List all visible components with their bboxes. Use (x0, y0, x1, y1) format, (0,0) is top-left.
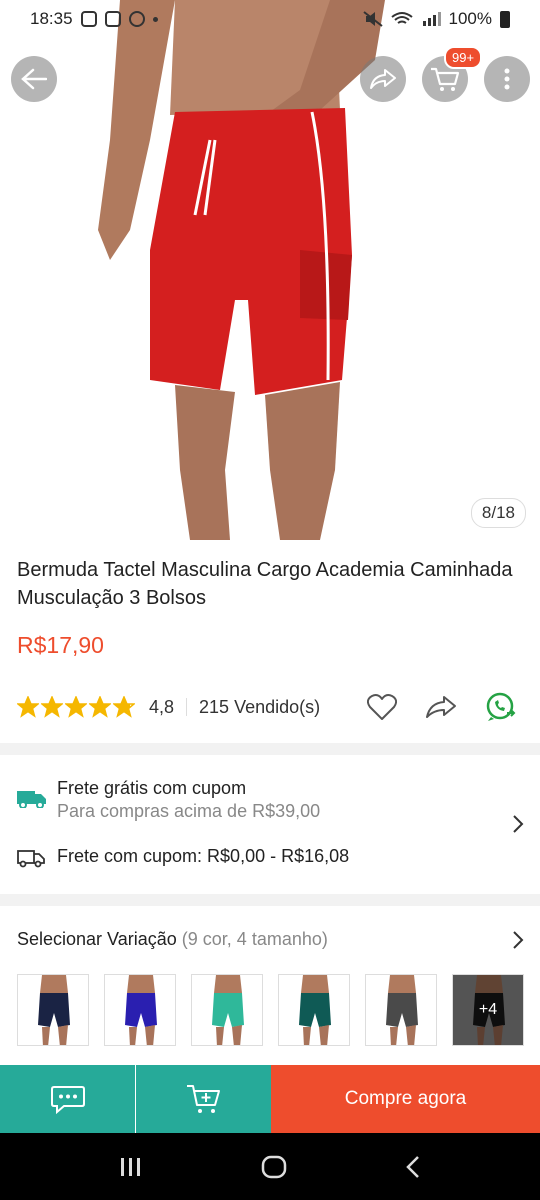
add-to-cart-button[interactable] (136, 1065, 271, 1133)
section-divider (0, 894, 540, 906)
buy-now-button[interactable]: Compre agora (271, 1065, 540, 1133)
chat-button[interactable] (0, 1065, 135, 1133)
free-shipping-subtitle: Para compras acima de R$39,00 (57, 801, 321, 821)
bottom-action-bar: Compre agora (0, 1065, 540, 1133)
variation-selector[interactable]: Selecionar Variação (9 cor, 4 tamanho) (17, 929, 328, 950)
rating-stars (17, 696, 135, 718)
share-icon[interactable] (425, 694, 457, 720)
variation-thumbnail[interactable] (191, 974, 263, 1046)
home-icon[interactable] (261, 1155, 287, 1179)
star-icon (89, 696, 111, 718)
more-variations-label: +4 (453, 975, 523, 1045)
variation-thumbnail-image (18, 975, 88, 1045)
free-shipping-title: Frete grátis com cupom (57, 778, 247, 798)
more-options-button[interactable] (484, 56, 530, 102)
variation-thumbnail-image (192, 975, 262, 1045)
star-icon (65, 696, 87, 718)
shipping-section[interactable]: Frete grátis com cupom Para compras acim… (0, 762, 540, 892)
star-icon (17, 696, 39, 718)
delivery-truck-icon (17, 850, 45, 868)
status-notification-icons (80, 11, 158, 27)
tools-icon (128, 11, 145, 27)
heart-icon[interactable] (367, 693, 397, 721)
variation-thumbnail-image (366, 975, 436, 1045)
cart-icon (431, 67, 460, 91)
status-bar: 18:35 100% (0, 0, 540, 38)
coupon-shipping-range: Frete com cupom: R$0,00 - R$16,08 (57, 846, 350, 866)
chevron-right-icon (513, 815, 524, 833)
whatsapp-share-icon[interactable] (485, 691, 517, 723)
mute-icon (362, 11, 383, 27)
star-icon (113, 696, 135, 718)
variation-detail: (9 cor, 4 tamanho) (181, 929, 328, 949)
variation-thumbnails: +4 (17, 974, 524, 1046)
shipping-truck-icon (17, 791, 46, 808)
more-notifications-icon (152, 16, 158, 22)
variation-label: Selecionar Variação (17, 929, 177, 949)
image-counter: 8/18 (470, 498, 526, 528)
cart-count-badge: 99+ (444, 46, 483, 69)
system-nav-bar (0, 1133, 540, 1200)
variation-thumbnail[interactable]: +4 (452, 974, 524, 1046)
status-time: 18:35 (30, 9, 73, 28)
rating-value: 4,8 (149, 696, 175, 717)
section-divider (0, 743, 540, 755)
battery-percent: 100% (448, 9, 492, 28)
variation-thumbnail[interactable] (104, 974, 176, 1046)
back-nav-icon[interactable] (405, 1155, 421, 1179)
gallery-icon (104, 11, 121, 27)
share-button[interactable] (360, 56, 406, 102)
product-image[interactable]: 18:35 100% 99+ 8/18 (0, 0, 540, 540)
share-arrow-icon (370, 69, 396, 89)
variation-thumbnail[interactable] (278, 974, 350, 1046)
variation-thumbnail[interactable] (17, 974, 89, 1046)
variation-thumbnail-image (105, 975, 175, 1045)
sold-count: 215 Vendido(s) (199, 696, 321, 717)
divider (186, 698, 188, 716)
variation-thumbnail-image (279, 975, 349, 1045)
cart-plus-icon (186, 1085, 220, 1113)
arrow-left-icon (21, 68, 47, 90)
star-icon (41, 696, 63, 718)
back-button[interactable] (11, 56, 57, 102)
more-vertical-icon (504, 68, 510, 90)
signal-icon (422, 12, 441, 26)
chevron-right-icon[interactable] (512, 930, 524, 950)
instagram-icon (80, 11, 97, 27)
rating-row: 4,8 215 Vendido(s) (17, 690, 527, 724)
product-title: Bermuda Tactel Masculina Cargo Academia … (17, 559, 513, 609)
variation-thumbnail[interactable] (365, 974, 437, 1046)
cart-button[interactable]: 99+ (422, 46, 483, 102)
recent-apps-icon[interactable] (119, 1156, 143, 1178)
battery-icon (500, 10, 510, 28)
wifi-icon (390, 12, 413, 24)
product-price: R$17,90 (17, 632, 104, 658)
chat-icon (50, 1086, 85, 1114)
